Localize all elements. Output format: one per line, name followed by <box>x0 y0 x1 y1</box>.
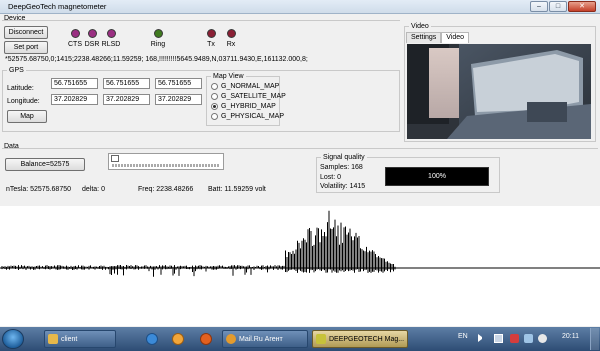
start-button[interactable] <box>2 329 24 349</box>
radio-label: G_SATELLITE_MAP <box>221 93 286 100</box>
mail-agent-icon <box>226 334 236 344</box>
clock[interactable]: 20:11 <box>562 333 579 340</box>
window-controls: – □ ✕ <box>530 1 596 12</box>
map-view-group: Map View G_NORMAL_MAP G_SATELLITE_MAP G_HY… <box>206 72 286 126</box>
delta-readout: delta: 0 <box>82 186 105 193</box>
led-rx-label: Rx <box>226 41 236 48</box>
language-indicator[interactable]: EN <box>458 333 468 340</box>
samples-readout: Samples: 168 <box>320 164 363 171</box>
led-ring-icon <box>154 29 163 38</box>
led-cts-icon <box>71 29 80 38</box>
balance-slider[interactable] <box>108 153 224 170</box>
led-rlsd-icon <box>107 29 116 38</box>
close-button[interactable]: ✕ <box>568 1 596 12</box>
tab-settings[interactable]: Settings <box>406 32 442 43</box>
latitude-field-3[interactable]: 56.751655 <box>155 78 202 89</box>
device-divider <box>2 20 400 21</box>
taskbar-item-label: client <box>61 335 78 343</box>
balance-button[interactable]: Balance=52575 <box>5 158 85 171</box>
batt-readout: Batt: 11.59259 volt <box>208 186 266 193</box>
taskbar: client Mail.Ru Агент DEEPGEOTECH Mag... … <box>0 327 600 351</box>
taskbar-item-label: Mail.Ru Агент <box>239 335 283 343</box>
video-preview <box>407 44 591 139</box>
latitude-field-2[interactable]: 56.751655 <box>103 78 150 89</box>
tray-arrow-icon[interactable] <box>478 334 486 342</box>
taskbar-item-label: DEEPGEOTECH Mag... <box>329 335 405 343</box>
longitude-field-2[interactable]: 37.202829 <box>103 94 150 105</box>
led-dsr-icon <box>88 29 97 38</box>
signal-trace <box>0 210 600 277</box>
longitude-field-1[interactable]: 37.202829 <box>51 94 98 105</box>
maximize-button[interactable]: □ <box>549 1 567 12</box>
minimize-button[interactable]: – <box>530 1 548 12</box>
map-view-option-g-normal-map[interactable]: G_NORMAL_MAP <box>211 83 279 90</box>
video-frame-image <box>407 44 591 139</box>
longitude-label: Longitude: <box>7 98 40 105</box>
map-view-option-g-satellite-map[interactable]: G_SATELLITE_MAP <box>211 93 286 100</box>
latitude-field-1[interactable]: 56.751655 <box>51 78 98 89</box>
signal-plot <box>0 206 600 326</box>
longitude-field-3[interactable]: 37.202829 <box>155 94 202 105</box>
disconnect-button[interactable]: Disconnect <box>4 26 48 39</box>
app-icon <box>316 334 326 344</box>
map-view-option-g-hybrid-map[interactable]: G_HYBRID_MAP <box>211 103 276 110</box>
radio-label: G_PHYSICAL_MAP <box>221 113 285 120</box>
latitude-label: Latitude: <box>7 85 34 92</box>
show-desktop-button[interactable] <box>590 328 599 350</box>
radio-button[interactable] <box>211 103 218 110</box>
map-view-label: Map View <box>211 72 246 81</box>
signal-quality-label: Signal quality <box>321 153 367 162</box>
signal-progress-bar: 100% <box>385 167 489 186</box>
media-icon[interactable] <box>172 333 184 345</box>
window-title: DeepGeoTech magnetometer <box>8 2 107 11</box>
freq-readout: Freq: 2238.48266 <box>138 186 194 193</box>
map-button[interactable]: Map <box>7 110 47 123</box>
ie-icon[interactable] <box>146 333 158 345</box>
map-view-option-g-physical-map[interactable]: G_PHYSICAL_MAP <box>211 113 284 120</box>
lost-readout: Lost: 0 <box>320 174 342 181</box>
tab-video[interactable]: Video <box>441 32 470 43</box>
radio-label: G_HYBRID_MAP <box>221 103 276 110</box>
radio-button[interactable] <box>211 83 218 90</box>
led-tx-icon <box>207 29 216 38</box>
radio-button[interactable] <box>211 93 218 100</box>
folder-icon <box>48 334 58 344</box>
led-rlsd-label: RLSD <box>101 41 121 48</box>
slider-thumb[interactable] <box>111 155 119 162</box>
tray-flag-icon[interactable] <box>510 334 519 343</box>
ntesla-readout: nTesla: 52575.68750 <box>6 186 71 193</box>
taskbar-item-deepgeotech[interactable]: DEEPGEOTECH Mag... <box>312 330 408 348</box>
led-rx-icon <box>227 29 236 38</box>
taskbar-item-client[interactable]: client <box>44 330 116 348</box>
data-divider <box>2 148 598 149</box>
slider-ticks <box>112 164 219 167</box>
radio-button[interactable] <box>211 113 218 120</box>
video-group-label: Video <box>409 22 431 31</box>
raw-data-line: *52575.68750,0;1415;2238.48266;11.59259;… <box>5 56 308 63</box>
radio-label: G_NORMAL_MAP <box>221 83 280 90</box>
firefox-icon[interactable] <box>200 333 212 345</box>
volatility-readout: Volatility: 1415 <box>320 183 366 190</box>
taskbar-item-mailru[interactable]: Mail.Ru Агент <box>222 330 308 348</box>
gps-group-label: GPS <box>7 66 26 75</box>
led-ring-label: Ring <box>150 41 166 48</box>
tray-network-icon[interactable] <box>494 334 503 343</box>
tray-volume-icon[interactable] <box>538 334 547 343</box>
video-tabs: Settings Video <box>406 32 470 43</box>
signal-progress-text: 100% <box>428 173 446 180</box>
title-bar: DeepGeoTech magnetometer – □ ✕ <box>0 0 600 14</box>
tray-monitor-icon[interactable] <box>524 334 533 343</box>
set-port-button[interactable]: Set port <box>4 41 48 54</box>
